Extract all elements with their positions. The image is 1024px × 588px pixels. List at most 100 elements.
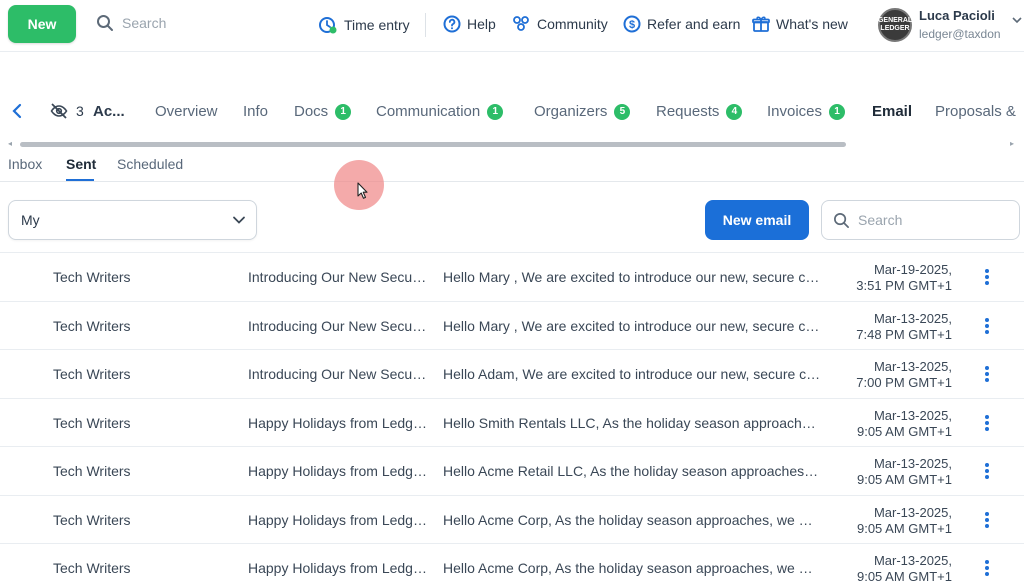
nav-help-label: Help [467,16,496,32]
nav-help[interactable]: Help [443,15,496,33]
chevron-left-icon[interactable] [10,102,24,120]
tab-info[interactable]: Info [243,103,268,120]
dollar-icon: $ [623,15,641,33]
user-email: ledger@taxdon [919,27,1001,41]
chevron-down-icon [1012,17,1022,24]
scroll-right-arrow-icon[interactable]: ▸ [1010,139,1014,148]
email-from: Tech Writers [53,511,131,528]
table-row[interactable]: Tech Writers Happy Holidays from Ledger!… [0,544,1024,588]
tab-organizers[interactable]: Organizers 5 [534,103,631,120]
email-preview: Hello Smith Rentals LLC, As the holiday … [443,414,821,431]
email-from: Tech Writers [53,414,131,431]
new-button[interactable]: New [8,5,76,43]
tab-sent[interactable]: Sent [66,156,96,172]
email-date-time: 9:05 AM GMT+1 [856,472,952,487]
avatar: GENERAL LEDGER [878,8,912,42]
tab-email[interactable]: Email [872,103,912,120]
tab-invoices-badge: 1 [829,103,846,120]
global-search[interactable]: Search [96,14,166,32]
email-date-day: Mar-13-2025, [873,310,952,326]
more-vertical-icon[interactable] [979,364,995,384]
help-icon [443,15,461,33]
more-vertical-icon[interactable] [979,316,995,336]
mail-folder-tabs: Inbox Sent Scheduled [0,152,1024,182]
email-from: Tech Writers [53,317,131,334]
nav-divider [425,13,426,37]
tab-overview[interactable]: Overview [155,103,218,120]
tab-docs[interactable]: Docs 1 [294,103,352,120]
tab-organizers-label: Organizers [534,103,608,120]
email-date: Mar-13-2025, 9:05 AM GMT+1 [836,456,952,488]
tab-requests-badge: 4 [726,103,743,120]
email-from: Tech Writers [53,269,131,285]
tab-inbox[interactable]: Inbox [8,156,42,172]
tabs-scrollbar[interactable]: ◂ ▸ [0,139,1024,149]
active-tab-indicator [66,179,94,181]
email-date: Mar-19-2025, 3:51 PM GMT+1 [836,262,952,294]
tab-email-label: Email [872,103,913,120]
sent-email-list: Tech Writers Introducing Our New Secure … [0,252,1024,588]
more-vertical-icon[interactable] [979,510,995,530]
nav-refer-and-earn[interactable]: $ Refer and earn [623,15,740,33]
email-preview: Hello Adam, We are excited to introduce … [443,366,821,382]
tab-proposals[interactable]: Proposals & [935,103,1016,120]
email-date-time: 9:05 AM GMT+1 [856,520,952,536]
table-row[interactable]: Tech Writers Introducing Our New Secure … [0,301,1024,350]
tab-scheduled[interactable]: Scheduled [117,156,183,172]
chevron-down-icon [233,216,245,224]
search-icon [834,212,849,228]
tab-overview-label: Overview [155,103,218,120]
tab-requests[interactable]: Requests 4 [656,103,743,120]
hidden-tabs-count: 3 [76,103,84,119]
email-preview: Hello Acme Corp, As the holiday season a… [443,511,821,528]
nav-time-entry-label: Time entry [344,17,410,33]
gift-icon [752,16,770,32]
scrollbar-thumb[interactable] [20,142,846,147]
email-date-time: 9:05 AM GMT+1 [856,569,952,584]
email-search-input[interactable]: Search [821,200,1020,240]
email-subject: Introducing Our New Secure Client Portal [248,317,428,334]
email-date-time: 9:05 AM GMT+1 [856,423,952,439]
email-date: Mar-13-2025, 7:48 PM GMT+1 [836,311,952,343]
email-date-day: Mar-13-2025, [873,407,952,423]
tab-invoices-label: Invoices [767,103,823,120]
email-date-day: Mar-13-2025, [873,504,952,520]
table-row[interactable]: Tech Writers Introducing Our New Secure … [0,350,1024,399]
nav-community[interactable]: Community [511,15,608,33]
table-row[interactable]: Tech Writers Happy Holidays from Ledger!… [0,398,1024,447]
email-preview: Hello Acme Retail LLC, As the holiday se… [443,463,821,479]
more-vertical-icon[interactable] [979,413,995,433]
table-row[interactable]: Tech Writers Happy Holidays from Ledger!… [0,447,1024,496]
owner-filter-select[interactable]: My [8,200,257,240]
table-row[interactable]: Tech Writers Introducing Our New Secure … [0,253,1024,302]
email-date-day: Mar-19-2025, [873,262,952,277]
more-vertical-icon[interactable] [979,267,995,287]
user-menu[interactable]: GENERAL LEDGER Luca Pacioli ledger@taxdo… [878,6,1024,46]
email-date-day: Mar-13-2025, [873,553,952,568]
scroll-left-arrow-icon[interactable]: ◂ [8,139,12,148]
hidden-tabs-toggle[interactable]: 3 [50,102,84,120]
mouse-pointer-icon [357,182,368,199]
email-date: Mar-13-2025, 9:05 AM GMT+1 [836,408,952,440]
nav-whats-new[interactable]: What's new [752,15,848,33]
account-name: Ac... [93,103,125,120]
tab-communication[interactable]: Communication 1 [376,103,504,120]
email-date-time: 7:48 PM GMT+1 [856,326,952,342]
global-search-placeholder: Search [122,15,167,31]
svg-text:$: $ [629,19,635,31]
more-vertical-icon[interactable] [979,558,995,578]
community-icon [513,16,529,31]
email-date-time: 7:00 PM GMT+1 [856,375,952,390]
more-vertical-icon[interactable] [979,461,995,481]
tab-invoices[interactable]: Invoices 1 [767,103,846,120]
nav-time-entry[interactable]: Time entry [318,15,410,35]
email-subject: Happy Holidays from Ledger! [248,560,428,576]
email-search-placeholder: Search [858,212,903,228]
owner-filter-value: My [21,212,40,228]
new-email-button[interactable]: New email [705,200,809,240]
table-row[interactable]: Tech Writers Happy Holidays from Ledger!… [0,495,1024,544]
nav-refer-and-earn-label: Refer and earn [647,16,741,32]
email-date: Mar-13-2025, 9:05 AM GMT+1 [836,505,952,537]
tab-requests-label: Requests [656,103,720,120]
email-preview: Hello Mary , We are excited to introduce… [443,269,821,285]
